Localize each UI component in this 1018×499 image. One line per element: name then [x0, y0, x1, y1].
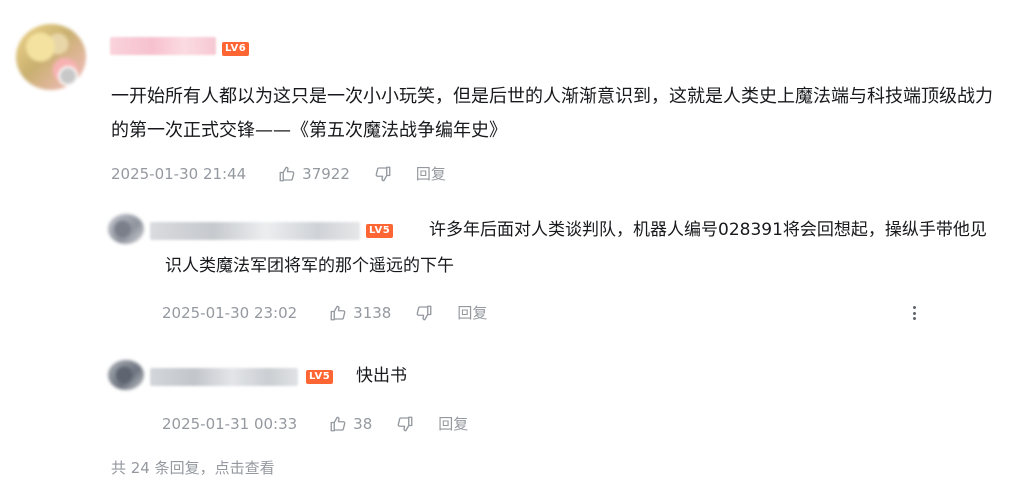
thumbs-down-icon	[397, 416, 413, 431]
like-button[interactable]: 37922	[278, 165, 350, 183]
reply-text: 快出书	[356, 366, 407, 386]
thumbs-up-icon	[279, 166, 295, 181]
username-blurred[interactable]	[110, 37, 216, 55]
comment-thread: LV6 一开始所有人都以为这只是一次小小玩笑，但是后世的人渐渐意识到，这就是人类…	[0, 0, 1018, 499]
avatar[interactable]	[108, 360, 144, 390]
reply-text: 许多年后面对人类谈判队，机器人编号028391将会回想起，操纵手带他见识人类魔法…	[165, 220, 987, 276]
dislike-button[interactable]	[396, 415, 414, 433]
thumbs-up-icon	[330, 305, 346, 320]
like-button[interactable]: 3138	[329, 304, 391, 322]
dislike-button[interactable]	[374, 165, 392, 183]
reply-button[interactable]: 回复	[438, 413, 468, 434]
username-blurred[interactable]	[150, 368, 298, 386]
reply-time: 2025-01-31 00:33	[162, 414, 298, 433]
level-badge: LV5	[306, 370, 334, 384]
total-replies: 共 24 条回复，点击查看	[111, 457, 275, 478]
comment-text: 一开始所有人都以为这只是一次小小玩笑，但是后世的人渐渐意识到，这就是人类史上魔法…	[111, 86, 993, 141]
like-count: 3138	[353, 303, 392, 322]
thumbs-up-icon	[330, 416, 346, 431]
reply-meta: 2025-01-30 23:02 3138 回复	[162, 302, 487, 323]
more-options-icon[interactable]	[908, 303, 920, 323]
like-button[interactable]: 38	[329, 415, 372, 433]
reply-button[interactable]: 回复	[457, 302, 487, 323]
dislike-button[interactable]	[415, 304, 433, 322]
comment-time: 2025-01-30 21:44	[111, 164, 247, 183]
reply-button[interactable]: 回复	[416, 163, 446, 184]
like-count: 38	[353, 414, 373, 433]
like-count: 37922	[302, 164, 350, 183]
avatar[interactable]	[16, 24, 86, 90]
view-replies-link[interactable]: 点击查看	[215, 459, 275, 477]
comment-meta: 2025-01-30 21:44 37922 回复	[111, 163, 446, 184]
thumbs-down-icon	[416, 305, 432, 320]
level-badge: LV6	[222, 42, 250, 56]
reply-meta: 2025-01-31 00:33 38 回复	[162, 413, 468, 434]
total-replies-count: 共 24 条回复，	[111, 459, 215, 477]
thumbs-down-icon	[375, 166, 391, 181]
reply-time: 2025-01-30 23:02	[162, 303, 298, 322]
avatar[interactable]	[108, 214, 144, 244]
